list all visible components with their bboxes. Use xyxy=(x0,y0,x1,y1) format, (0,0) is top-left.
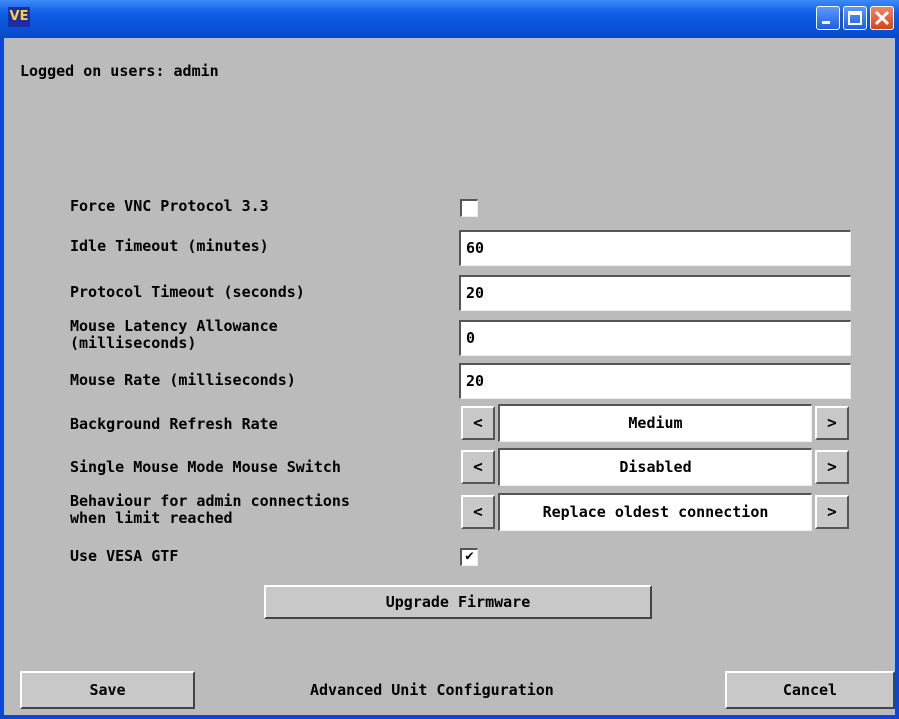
admin-behaviour-prev-button[interactable]: < xyxy=(461,495,495,529)
idle-timeout-label: Idle Timeout (minutes) xyxy=(70,237,269,255)
mouse-latency-label-line2: (milliseconds) xyxy=(70,334,197,352)
check-icon: ✔ xyxy=(465,548,474,564)
logged-on-users: Logged on users: admin xyxy=(20,62,219,80)
single-mouse-next-button[interactable]: > xyxy=(815,450,849,484)
minimize-button[interactable] xyxy=(816,6,840,30)
app-logo-icon: VE xyxy=(8,7,30,27)
application-window: VE Logged on users: admin Force VNC Prot… xyxy=(0,0,899,719)
background-refresh-prev-button[interactable]: < xyxy=(461,406,495,440)
force-vnc-checkbox[interactable] xyxy=(460,199,478,217)
close-icon xyxy=(874,10,890,26)
cancel-button[interactable]: Cancel xyxy=(725,671,895,709)
mouse-latency-label-line1: Mouse Latency Allowance xyxy=(70,317,278,335)
vesa-gtf-checkbox[interactable]: ✔ xyxy=(460,548,478,566)
background-refresh-value: Medium xyxy=(498,404,812,442)
vesa-gtf-label: Use VESA GTF xyxy=(70,547,179,565)
mouse-rate-input[interactable]: 20 xyxy=(459,363,851,399)
admin-behaviour-value: Replace oldest connection xyxy=(498,493,812,531)
title-bar[interactable]: VE xyxy=(0,0,899,38)
background-refresh-label: Background Refresh Rate xyxy=(70,415,278,433)
maximize-button[interactable] xyxy=(843,6,867,30)
mouse-rate-label: Mouse Rate (milliseconds) xyxy=(70,371,296,389)
mouse-latency-input[interactable]: 0 xyxy=(459,320,851,356)
background-refresh-next-button[interactable]: > xyxy=(815,406,849,440)
app-logo-text: VE xyxy=(9,9,29,24)
save-button[interactable]: Save xyxy=(20,671,195,709)
single-mouse-label: Single Mouse Mode Mouse Switch xyxy=(70,458,341,476)
close-button[interactable] xyxy=(870,6,894,30)
admin-behaviour-next-button[interactable]: > xyxy=(815,495,849,529)
admin-behaviour-label: Behaviour for admin connections when lim… xyxy=(70,493,350,527)
dialog-title: Advanced Unit Configuration xyxy=(310,681,554,699)
maximize-icon xyxy=(848,11,862,25)
idle-timeout-input[interactable]: 60 xyxy=(459,230,851,266)
upgrade-firmware-button[interactable]: Upgrade Firmware xyxy=(264,585,652,619)
admin-behaviour-label-line1: Behaviour for admin connections xyxy=(70,492,350,510)
single-mouse-prev-button[interactable]: < xyxy=(461,450,495,484)
mouse-latency-label: Mouse Latency Allowance (milliseconds) xyxy=(70,318,278,352)
admin-behaviour-label-line2: when limit reached xyxy=(70,509,233,527)
force-vnc-label: Force VNC Protocol 3.3 xyxy=(70,197,269,215)
single-mouse-value: Disabled xyxy=(498,448,812,486)
protocol-timeout-input[interactable]: 20 xyxy=(459,275,851,311)
protocol-timeout-label: Protocol Timeout (seconds) xyxy=(70,283,305,301)
minimize-icon xyxy=(822,21,830,24)
